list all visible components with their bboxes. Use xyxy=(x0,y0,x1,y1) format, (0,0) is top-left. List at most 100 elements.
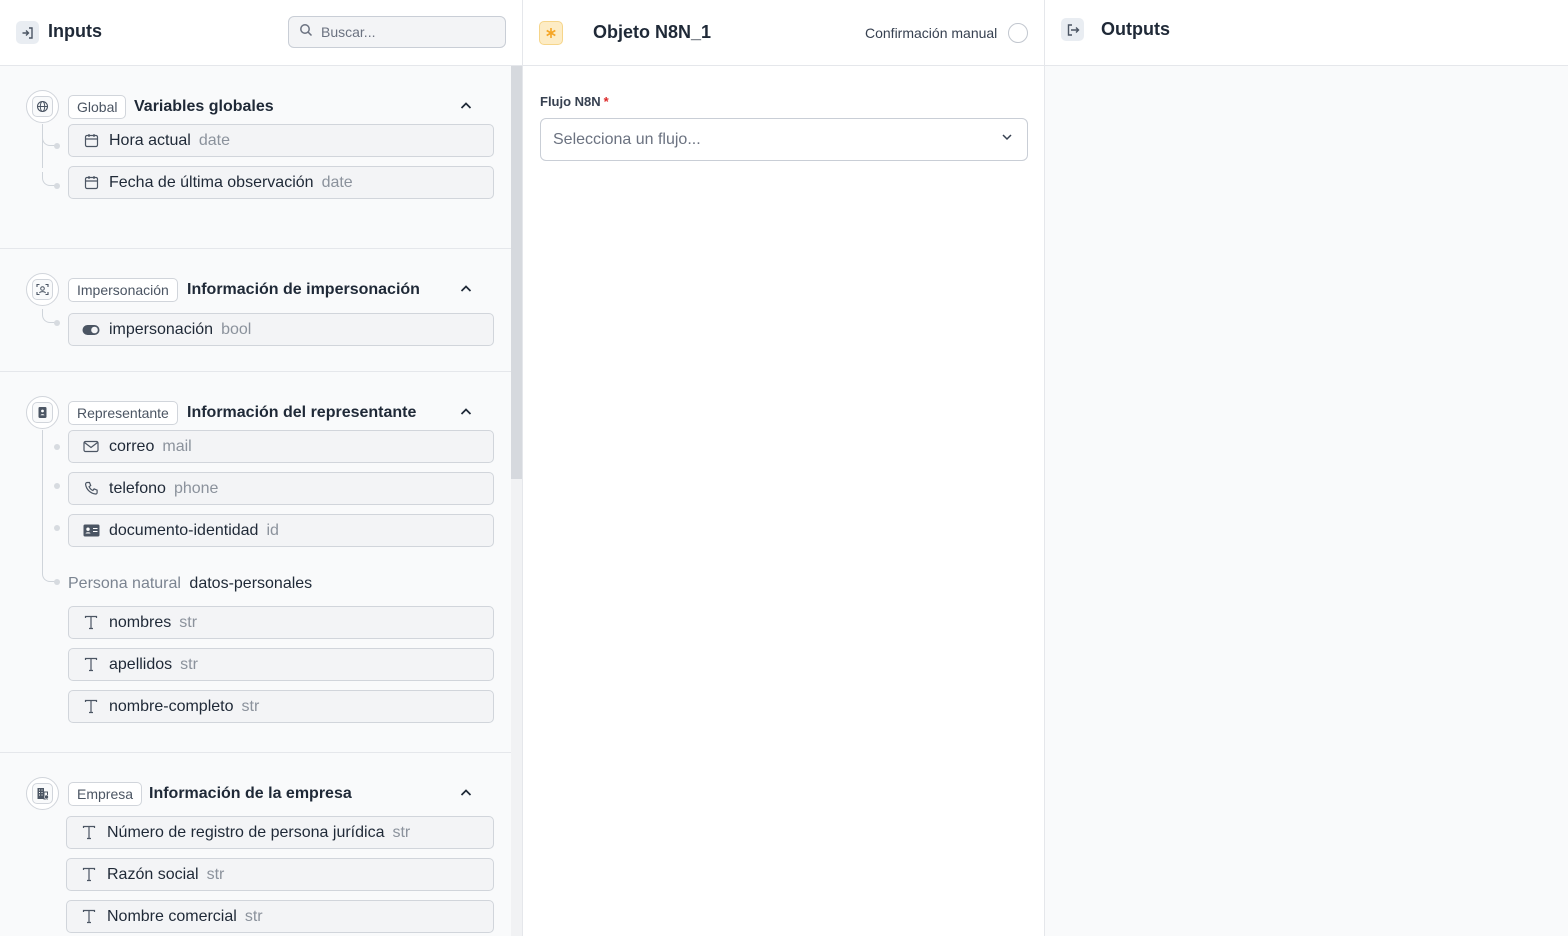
field-name: apellidos xyxy=(109,655,173,673)
inputs-header: Inputs xyxy=(0,0,522,66)
field-nombres[interactable]: nombres str xyxy=(68,606,494,639)
field-nombre-comercial[interactable]: Nombre comercial str xyxy=(66,900,494,933)
text-icon xyxy=(80,866,98,884)
section-global: Global Variables globales Hora actual da… xyxy=(0,66,511,249)
node-header: Objeto N8N_1 Confirmación manual xyxy=(523,0,1044,66)
field-type: str xyxy=(241,697,260,715)
calendar-icon xyxy=(82,132,100,150)
section-tag: Impersonación xyxy=(68,278,178,302)
field-name: Nombre comercial xyxy=(107,907,237,925)
field-type: str xyxy=(206,865,225,883)
section-title: Información de impersonación xyxy=(187,281,420,298)
globe-icon xyxy=(26,90,59,123)
calendar-icon xyxy=(82,174,100,192)
search-icon xyxy=(299,23,313,42)
field-type: bool xyxy=(221,320,252,338)
outputs-title: Outputs xyxy=(1101,19,1170,39)
field-name: nombre-completo xyxy=(109,697,234,715)
search-box[interactable] xyxy=(288,16,506,48)
field-impersonacion[interactable]: impersonación bool xyxy=(68,313,494,346)
field-type: date xyxy=(198,131,230,149)
field-type: str xyxy=(179,613,198,631)
inputs-title: Inputs xyxy=(48,21,102,41)
collapse-chevron-icon[interactable] xyxy=(458,404,474,420)
id-card-icon xyxy=(82,522,100,540)
search-input[interactable] xyxy=(321,24,491,40)
app-root: Inputs Global Variables globales xyxy=(0,0,1568,936)
field-type: str xyxy=(392,823,411,841)
field-type: str xyxy=(180,655,198,673)
field-numero-registro[interactable]: Número de registro de persona jurídica s… xyxy=(66,816,494,849)
field-name: impersonación xyxy=(109,320,214,338)
field-name: correo xyxy=(109,437,155,455)
node-title: Objeto N8N_1 xyxy=(593,22,712,42)
field-type: id xyxy=(266,521,279,539)
outputs-panel: Outputs xyxy=(1045,0,1568,936)
flow-select-placeholder: Selecciona un flujo... xyxy=(553,130,701,148)
field-name: Hora actual xyxy=(109,131,191,149)
section-tag: Representante xyxy=(68,401,178,425)
building-icon xyxy=(26,777,59,810)
flow-select[interactable]: Selecciona un flujo... xyxy=(540,118,1028,161)
field-razon-social[interactable]: Razón social str xyxy=(66,858,494,891)
field-hora-actual[interactable]: Hora actual date xyxy=(68,124,494,157)
scrollbar-thumb[interactable] xyxy=(511,66,522,479)
section-impersonacion: Impersonación Información de impersonaci… xyxy=(0,249,511,372)
field-nombre-completo[interactable]: nombre-completo str xyxy=(68,690,494,723)
text-icon xyxy=(82,698,100,716)
section-tag: Empresa xyxy=(68,782,143,806)
outputs-header: Outputs xyxy=(1045,0,1568,66)
field-correo[interactable]: correo mail xyxy=(68,430,494,463)
n8n-node-icon xyxy=(539,21,563,45)
input-arrow-icon xyxy=(16,21,39,44)
mail-icon xyxy=(82,438,100,456)
field-fecha-ultima-observacion[interactable]: Fecha de última observación date xyxy=(68,166,494,199)
field-name: nombres xyxy=(109,613,172,631)
text-icon xyxy=(82,656,100,674)
section-title: Información del representante xyxy=(187,404,417,421)
required-mark: * xyxy=(603,94,609,109)
manual-confirm-label: Confirmación manual xyxy=(865,25,998,41)
section-title: Información de la empresa xyxy=(149,785,352,802)
tree-dot xyxy=(54,183,60,189)
inputs-panel: Inputs Global Variables globales xyxy=(0,0,523,936)
collapse-chevron-icon[interactable] xyxy=(458,281,474,297)
field-type: date xyxy=(321,173,353,191)
subgroup-kind: Persona natural xyxy=(68,575,181,592)
node-config-panel: Objeto N8N_1 Confirmación manual Flujo N… xyxy=(523,0,1045,936)
manual-confirm-checkbox[interactable] xyxy=(1008,23,1028,43)
field-apellidos[interactable]: apellidos str xyxy=(68,648,494,681)
tree-line xyxy=(42,124,43,168)
tree-line xyxy=(42,430,43,570)
tree-dot xyxy=(54,143,60,149)
field-name: Fecha de última observación xyxy=(109,173,314,191)
phone-icon xyxy=(82,480,100,498)
subgroup-label: Persona natural datos-personales xyxy=(68,575,312,593)
field-name: documento-identidad xyxy=(109,521,259,539)
toggle-icon xyxy=(82,321,100,339)
field-name: Razón social xyxy=(107,865,199,883)
subgroup-name: datos-personales xyxy=(189,575,313,592)
field-documento-identidad[interactable]: documento-identidad id xyxy=(68,514,494,547)
tree-dot xyxy=(54,444,60,450)
tree-dot xyxy=(54,320,60,326)
field-type: str xyxy=(244,907,263,925)
badge-icon xyxy=(26,396,59,429)
section-empresa: Empresa Información de la empresa Número… xyxy=(0,753,511,936)
tree-dot xyxy=(54,483,60,489)
chevron-down-icon xyxy=(999,129,1015,150)
text-icon xyxy=(80,908,98,926)
section-representante: Representante Información del representa… xyxy=(0,372,511,753)
tree-dot xyxy=(54,579,60,585)
field-telefono[interactable]: telefono phone xyxy=(68,472,494,505)
flow-label-text: Flujo N8N xyxy=(540,94,601,109)
field-name: Número de registro de persona jurídica xyxy=(107,823,385,841)
collapse-chevron-icon[interactable] xyxy=(458,98,474,114)
scrollbar[interactable] xyxy=(511,66,522,936)
flow-label: Flujo N8N * xyxy=(540,94,609,109)
field-type: mail xyxy=(162,437,192,455)
field-type: phone xyxy=(173,479,219,497)
collapse-chevron-icon[interactable] xyxy=(458,785,474,801)
field-name: telefono xyxy=(109,479,166,497)
face-scan-icon xyxy=(26,273,59,306)
